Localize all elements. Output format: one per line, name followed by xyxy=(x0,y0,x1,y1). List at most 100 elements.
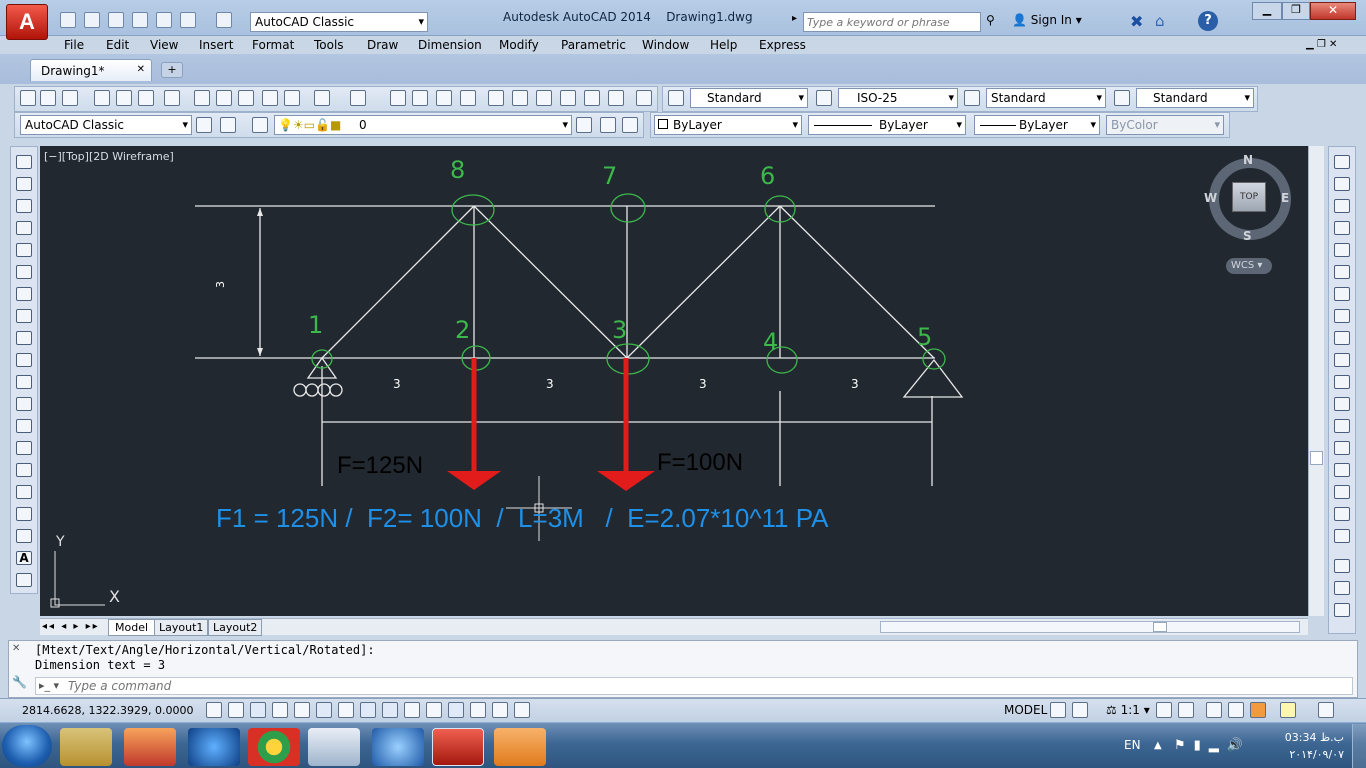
mleader-style-dropdown[interactable]: Standard xyxy=(1136,88,1254,108)
stretch-icon[interactable] xyxy=(1334,331,1350,345)
menu-window[interactable]: Window xyxy=(642,36,689,54)
menu-help[interactable]: Help xyxy=(710,36,737,54)
tab-layout1[interactable]: Layout1 xyxy=(154,619,209,636)
redo-icon[interactable] xyxy=(216,12,232,28)
tab-navigation-arrows[interactable]: ◂◂ ◂ ▸ ▸▸ xyxy=(42,621,100,632)
erase-icon[interactable] xyxy=(1334,155,1350,169)
copy-object-icon[interactable] xyxy=(1334,177,1350,191)
move-icon[interactable] xyxy=(1334,265,1350,279)
pan-icon[interactable] xyxy=(390,90,406,106)
design-center-icon[interactable] xyxy=(512,90,528,106)
rotate-icon[interactable] xyxy=(1334,287,1350,301)
save-as-icon[interactable] xyxy=(132,12,148,28)
table-style-dropdown[interactable]: Standard xyxy=(986,88,1106,108)
ellipse-icon[interactable] xyxy=(16,353,32,367)
zoom-previous-icon[interactable] xyxy=(460,90,476,106)
binoculars-icon[interactable]: ⚲ xyxy=(986,13,1004,29)
break-at-point-icon[interactable] xyxy=(1334,397,1350,411)
publish-icon[interactable] xyxy=(138,90,154,106)
clock-time[interactable]: 03:34 ب.ظ xyxy=(1268,731,1344,744)
polygon-icon[interactable] xyxy=(16,221,32,235)
ie-taskbar-icon[interactable] xyxy=(372,728,424,766)
clean-screen-status-icon[interactable] xyxy=(1318,702,1334,718)
undo-toolbar-icon[interactable] xyxy=(314,90,330,106)
command-input-box[interactable]: ▸_ ▾ xyxy=(35,677,1353,695)
point-icon[interactable] xyxy=(16,441,32,455)
menu-modify[interactable]: Modify xyxy=(499,36,539,54)
application-menu-button[interactable]: A xyxy=(6,4,48,40)
cut-icon[interactable] xyxy=(194,90,210,106)
dyn-toggle[interactable] xyxy=(404,702,420,718)
circle-icon[interactable] xyxy=(16,287,32,301)
spline-icon[interactable] xyxy=(16,331,32,345)
tray-icons[interactable]: ⚑▮▂🔊 xyxy=(1174,738,1251,753)
markup-icon[interactable] xyxy=(584,90,600,106)
draw-order-icon[interactable] xyxy=(1334,559,1350,573)
explode-icon[interactable] xyxy=(1334,529,1350,543)
office-taskbar-icon[interactable] xyxy=(124,728,176,766)
plot-preview-icon[interactable] xyxy=(116,90,132,106)
viewcube-north[interactable]: N xyxy=(1243,153,1253,167)
close-tab-icon[interactable]: ✕ xyxy=(137,64,145,75)
menu-insert[interactable]: Insert xyxy=(199,36,233,54)
menu-draw[interactable]: Draw xyxy=(367,36,398,54)
menu-parametric[interactable]: Parametric xyxy=(561,36,626,54)
open-icon[interactable] xyxy=(84,12,100,28)
scale-icon[interactable] xyxy=(1334,309,1350,323)
chamfer-icon[interactable] xyxy=(1334,463,1350,477)
paste-icon[interactable] xyxy=(238,90,254,106)
start-button[interactable] xyxy=(2,725,52,767)
rectangle-icon[interactable] xyxy=(16,243,32,257)
multiline-text-icon[interactable]: A xyxy=(16,551,32,565)
fillet-icon[interactable] xyxy=(1334,485,1350,499)
hatch-icon[interactable] xyxy=(16,463,32,477)
layer-states-icon[interactable] xyxy=(622,117,638,133)
menu-express[interactable]: Express xyxy=(759,36,806,54)
new-icon[interactable] xyxy=(60,12,76,28)
region-icon[interactable] xyxy=(16,507,32,521)
app-store-icon[interactable]: ⌂ xyxy=(1155,12,1165,30)
horizontal-scrollbar[interactable] xyxy=(880,621,1300,633)
dim-style-dropdown[interactable]: ISO-25 xyxy=(838,88,958,108)
layer-manager-icon[interactable] xyxy=(252,117,268,133)
text-style-icon[interactable] xyxy=(668,90,684,106)
isolate-objects-icon[interactable] xyxy=(1280,702,1296,718)
quick-view-layouts-icon[interactable] xyxy=(1050,702,1066,718)
viewcube-top-face[interactable]: TOP xyxy=(1232,182,1266,212)
bring-front-icon[interactable] xyxy=(1334,581,1350,595)
tab-layout2[interactable]: Layout2 xyxy=(208,619,263,636)
osnap-toggle[interactable] xyxy=(316,702,332,718)
menu-file[interactable]: File xyxy=(64,36,84,54)
print-icon[interactable] xyxy=(94,90,110,106)
hardware-acceleration-icon[interactable] xyxy=(1250,702,1266,718)
chrome-taskbar-icon[interactable] xyxy=(248,728,300,766)
show-hidden-icons[interactable]: ▲ xyxy=(1154,740,1162,751)
grid-toggle[interactable] xyxy=(250,702,266,718)
annotation-visibility-icon[interactable] xyxy=(1156,702,1172,718)
3d-dwf-icon[interactable] xyxy=(164,90,180,106)
block-editor-icon[interactable] xyxy=(284,90,300,106)
menu-dimension[interactable]: Dimension xyxy=(418,36,482,54)
snap-toggle[interactable] xyxy=(228,702,244,718)
coordinates-display[interactable]: 2814.6628, 1322.3929, 0.0000 xyxy=(22,704,193,717)
make-current-layer-icon[interactable] xyxy=(576,117,592,133)
ortho-toggle[interactable] xyxy=(272,702,288,718)
quickcalc-icon[interactable] xyxy=(608,90,624,106)
zoom-window-icon[interactable] xyxy=(436,90,452,106)
transparency-toggle[interactable] xyxy=(448,702,464,718)
redo-toolbar-icon[interactable] xyxy=(350,90,366,106)
menu-tools[interactable]: Tools xyxy=(314,36,344,54)
help-icon[interactable]: ? xyxy=(1198,11,1218,31)
close-button[interactable]: ✕ xyxy=(1310,2,1356,20)
ellipse-arc-icon[interactable] xyxy=(16,375,32,389)
polar-toggle[interactable] xyxy=(294,702,310,718)
viewcube-west[interactable]: W xyxy=(1204,191,1217,205)
wcs-menu[interactable]: WCS ▾ xyxy=(1226,258,1272,274)
annotation-scale[interactable]: ⚖ 1:1 ▾ xyxy=(1106,703,1150,717)
command-close-icon[interactable]: ✕ xyxy=(12,643,20,654)
show-desktop-button[interactable] xyxy=(1352,724,1366,768)
otrack-toggle[interactable] xyxy=(360,702,376,718)
join-icon[interactable] xyxy=(1334,441,1350,455)
copy-icon[interactable] xyxy=(216,90,232,106)
sign-in-button[interactable]: 👤 Sign In ▾ xyxy=(1012,13,1082,27)
